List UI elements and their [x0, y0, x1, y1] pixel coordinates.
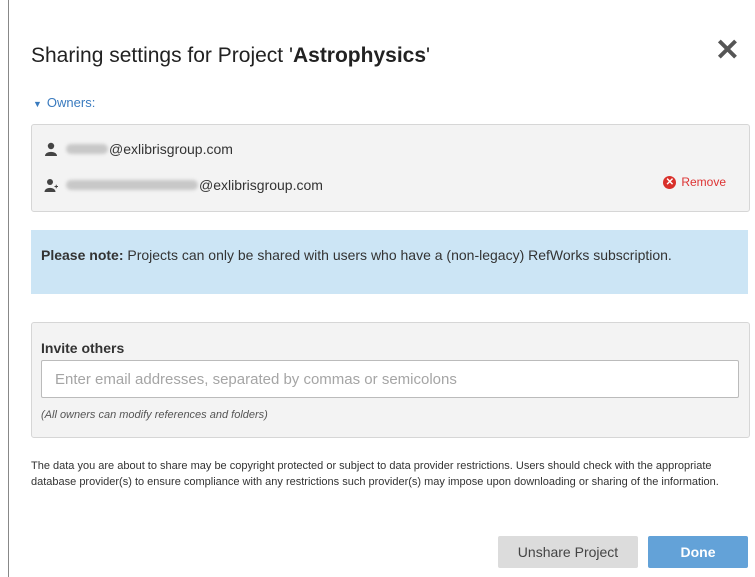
owner-email: @exlibrisgroup.com — [109, 141, 233, 157]
project-name: Astrophysics — [292, 44, 427, 67]
note-text: Projects can only be shared with users w… — [123, 247, 672, 263]
dialog-title: Sharing settings for Project 'Astrophysi… — [31, 44, 430, 68]
redacted-username — [66, 180, 198, 190]
owners-label: Owners: — [46, 95, 96, 110]
owner-row: @exlibrisgroup.com ✕ Remove — [44, 175, 734, 195]
remove-owner-button[interactable]: ✕ Remove — [663, 175, 726, 189]
copyright-disclaimer: The data you are about to share may be c… — [31, 460, 719, 488]
invite-panel: Invite others (All owners can modify ref… — [31, 322, 750, 438]
owner-email: @exlibrisgroup.com — [199, 177, 323, 193]
invite-hint: (All owners can modify references and fo… — [41, 409, 268, 421]
remove-label: Remove — [681, 175, 726, 189]
caret-down-icon: ▼ — [33, 99, 42, 109]
owner-row: @exlibrisgroup.com — [44, 139, 233, 159]
add-user-icon — [44, 179, 58, 192]
unshare-project-button[interactable]: Unshare Project — [498, 536, 638, 568]
sharing-dialog: Sharing settings for Project 'Astrophysi… — [8, 0, 755, 577]
sharing-note: Please note: Projects can only be shared… — [31, 230, 748, 294]
remove-icon: ✕ — [663, 175, 677, 189]
title-suffix: ' — [426, 44, 431, 67]
owners-toggle[interactable]: ▼ Owners: — [33, 95, 95, 110]
done-button[interactable]: Done — [648, 536, 748, 568]
invite-email-input[interactable] — [41, 360, 739, 398]
note-bold: Please note: — [41, 247, 124, 263]
user-icon — [45, 142, 57, 156]
redacted-username — [66, 144, 108, 154]
invite-label: Invite others — [41, 340, 125, 356]
title-prefix: Sharing settings for Project ' — [31, 44, 293, 67]
owners-list: @exlibrisgroup.com @exlibrisgroup.com ✕ … — [31, 124, 750, 212]
close-icon[interactable]: ✕ — [715, 36, 740, 66]
